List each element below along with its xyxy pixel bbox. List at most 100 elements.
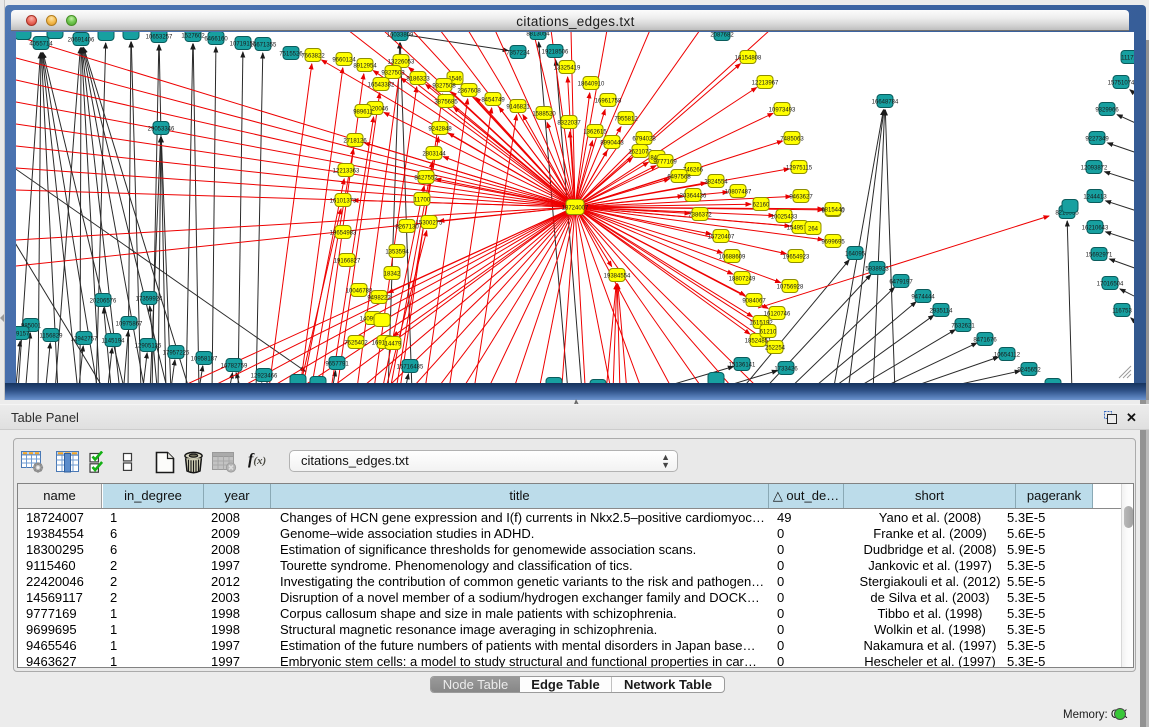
svg-text:19218506: 19218506 xyxy=(542,50,569,56)
svg-text:264: 264 xyxy=(808,227,819,233)
svg-text:9474444: 9474444 xyxy=(911,295,935,301)
svg-text:9227349: 9227349 xyxy=(1085,137,1109,143)
svg-text:9146821: 9146821 xyxy=(506,105,530,111)
svg-text:3824554: 3824554 xyxy=(704,180,728,186)
svg-text:13226053: 13226053 xyxy=(388,60,415,66)
svg-text:16961758: 16961758 xyxy=(595,99,622,105)
svg-text:1145194: 1145194 xyxy=(102,339,126,345)
svg-text:2935114: 2935114 xyxy=(930,309,954,315)
svg-text:11700: 11700 xyxy=(414,198,431,204)
svg-text:8267130: 8267130 xyxy=(395,225,419,231)
svg-text:2367608: 2367608 xyxy=(457,89,481,95)
svg-text:17957225: 17957225 xyxy=(163,351,190,357)
svg-text:8813054: 8813054 xyxy=(526,32,550,38)
svg-text:7663822: 7663822 xyxy=(301,54,325,60)
svg-text:14479: 14479 xyxy=(385,342,402,348)
svg-text:9815440: 9815440 xyxy=(821,208,845,214)
svg-text:7485063: 7485063 xyxy=(780,137,804,143)
svg-text:1353594: 1353594 xyxy=(385,250,409,256)
svg-text:9498222: 9498222 xyxy=(367,296,391,302)
svg-text:15720407: 15720407 xyxy=(708,235,735,241)
svg-text:7515526: 7515526 xyxy=(279,52,303,58)
svg-text:1733426: 1733426 xyxy=(774,367,798,373)
svg-text:8912954: 8912954 xyxy=(353,64,377,70)
svg-text:16543382: 16543382 xyxy=(368,83,395,89)
svg-text:12942757: 12942757 xyxy=(71,337,98,343)
svg-text:9242848: 9242848 xyxy=(428,127,452,133)
svg-text:29053346: 29053346 xyxy=(148,127,175,133)
svg-text:10975867: 10975867 xyxy=(116,322,143,328)
svg-text:10807487: 10807487 xyxy=(725,190,752,196)
svg-text:8454749: 8454749 xyxy=(481,98,505,104)
svg-text:2803144: 2803144 xyxy=(422,152,446,158)
svg-text:9463627: 9463627 xyxy=(789,195,813,201)
svg-text:19166827: 19166827 xyxy=(334,259,361,265)
svg-text:9327503: 9327503 xyxy=(381,71,405,77)
svg-text:18640910: 18640910 xyxy=(578,82,605,88)
svg-text:9327508: 9327508 xyxy=(432,84,456,90)
svg-text:10654112: 10654112 xyxy=(994,353,1021,359)
svg-text:5938923: 5938923 xyxy=(865,267,889,273)
svg-text:3875685: 3875685 xyxy=(434,100,458,106)
svg-text:1527602: 1527602 xyxy=(181,34,205,40)
svg-text:9329966: 9329966 xyxy=(1095,108,1119,114)
svg-text:16154808: 16154808 xyxy=(735,56,762,62)
svg-text:10973493: 10973493 xyxy=(769,108,796,114)
svg-text:20691406: 20691406 xyxy=(68,38,95,44)
svg-text:16671355: 16671355 xyxy=(250,43,277,49)
svg-text:164095: 164095 xyxy=(845,252,866,258)
svg-text:18724007: 18724007 xyxy=(562,206,589,212)
svg-text:12213363: 12213363 xyxy=(333,169,360,175)
svg-text:7625402: 7625402 xyxy=(344,341,368,347)
svg-text:10958187: 10958187 xyxy=(191,357,218,363)
svg-text:8322037: 8322037 xyxy=(557,121,581,127)
svg-text:19654983: 19654983 xyxy=(330,231,357,237)
svg-text:6479197: 6479197 xyxy=(889,280,913,286)
svg-text:12905135: 12905135 xyxy=(135,344,162,350)
svg-text:6497568: 6497568 xyxy=(667,175,691,181)
svg-text:16210643: 16210643 xyxy=(1082,226,1109,232)
svg-text:7386372: 7386372 xyxy=(688,213,712,219)
svg-text:19384554: 19384554 xyxy=(604,274,631,280)
svg-text:13325419: 13325419 xyxy=(554,66,581,72)
svg-text:11172: 11172 xyxy=(1121,56,1134,62)
svg-text:4055714: 4055714 xyxy=(29,42,53,48)
svg-text:20364436: 20364436 xyxy=(680,194,707,200)
svg-text:252254: 252254 xyxy=(765,346,786,352)
svg-text:9699695: 9699695 xyxy=(821,240,845,246)
svg-text:2718126: 2718126 xyxy=(343,139,367,145)
svg-text:1244413: 1244413 xyxy=(1083,195,1107,201)
svg-text:8471676: 8471676 xyxy=(973,338,997,344)
svg-text:16101373: 16101373 xyxy=(330,199,357,205)
svg-text:12213967: 12213967 xyxy=(752,81,779,87)
svg-text:10653257: 10653257 xyxy=(146,35,173,41)
svg-text:39157: 39157 xyxy=(16,332,30,338)
svg-text:15692971: 15692971 xyxy=(1086,253,1113,259)
svg-text:19654923: 19654923 xyxy=(783,255,810,261)
svg-text:15136141: 15136141 xyxy=(729,363,756,369)
svg-text:8427552: 8427552 xyxy=(414,176,438,182)
svg-text:7955812: 7955812 xyxy=(614,117,638,123)
svg-text:10025433: 10025433 xyxy=(771,215,798,221)
svg-text:9657791: 9657791 xyxy=(325,362,349,368)
svg-text:10688609: 10688609 xyxy=(719,255,746,261)
svg-text:10046788: 10046788 xyxy=(346,289,373,295)
svg-text:18342: 18342 xyxy=(384,272,401,278)
svg-text:16782759: 16782759 xyxy=(221,364,248,370)
svg-text:17016504: 17016504 xyxy=(1097,282,1124,288)
svg-text:17359924: 17359924 xyxy=(136,297,163,303)
svg-text:1588520: 1588520 xyxy=(532,112,556,118)
svg-text:7357224: 7357224 xyxy=(506,51,530,57)
svg-text:15751074: 15751074 xyxy=(1108,81,1134,87)
svg-text:15716485: 15716485 xyxy=(397,365,424,371)
svg-text:16033809: 16033809 xyxy=(387,33,414,39)
svg-text:989611: 989611 xyxy=(353,110,373,116)
svg-text:15300275: 15300275 xyxy=(416,221,443,227)
svg-text:20206576: 20206576 xyxy=(90,299,117,305)
svg-text:18807249: 18807249 xyxy=(729,277,756,283)
svg-text:9245652: 9245652 xyxy=(1017,368,1041,374)
svg-text:9777169: 9777169 xyxy=(653,160,677,166)
svg-text:1362615: 1362615 xyxy=(583,130,607,136)
svg-text:16648784: 16648784 xyxy=(872,100,899,106)
svg-text:1156829: 1156829 xyxy=(40,334,64,340)
